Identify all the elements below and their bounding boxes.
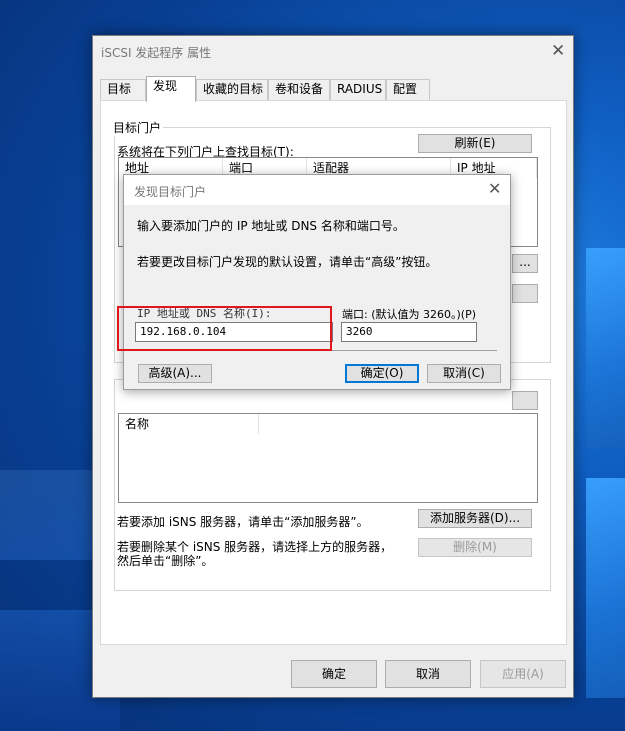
annotation-highlight-box <box>117 306 332 351</box>
remove-server-button[interactable]: 删除(M) <box>418 538 532 557</box>
dialog-title: 发现目标门户 <box>134 185 207 199</box>
ok-button[interactable]: 确定 <box>291 660 377 688</box>
isns-add-description: 若要添加 iSNS 服务器，请单击“添加服务器”。 <box>117 515 369 529</box>
apply-button[interactable]: 应用(A) <box>480 660 566 688</box>
window-title: iSCSI 发起程序 属性 <box>101 46 212 60</box>
discover-target-portal-dialog: 发现目标门户 ✕ 输入要添加门户的 IP 地址或 DNS 名称和端口号。 若要更… <box>123 174 511 390</box>
column-header-name[interactable]: 名称 <box>119 414 259 434</box>
dialog-close-icon[interactable]: ✕ <box>488 181 501 197</box>
tab-volumes-devices[interactable]: 卷和设备 <box>268 79 330 100</box>
isns-remove-description-line2: 然后单击“删除”。 <box>117 554 214 568</box>
tab-discovery[interactable]: 发现 <box>146 76 196 102</box>
remove-portal-button-partial[interactable] <box>512 284 538 303</box>
target-portals-group-label: 目标门户 <box>111 119 164 136</box>
refresh-isns-button-partial[interactable] <box>512 391 538 410</box>
tab-configuration[interactable]: 配置 <box>386 79 430 100</box>
cancel-button[interactable]: 取消 <box>385 660 471 688</box>
dialog-ok-button[interactable]: 确定(O) <box>345 364 419 383</box>
port-label: 端口: (默认值为 3260。)(P) <box>342 308 476 321</box>
dialog-title-bar: 发现目标门户 ✕ <box>124 175 510 205</box>
isns-server-list[interactable]: 名称 <box>118 413 538 503</box>
tab-radius[interactable]: RADIUS <box>330 79 386 100</box>
refresh-button[interactable]: 刷新(E) <box>418 134 532 153</box>
close-icon[interactable]: ✕ <box>551 43 565 60</box>
windows-logo-pane <box>586 478 625 698</box>
dialog-cancel-button[interactable]: 取消(C) <box>427 364 501 383</box>
windows-logo-pane <box>586 248 625 448</box>
dialog-advanced-hint: 若要更改目标门户发现的默认设置，请单击“高级”按钮。 <box>137 255 438 269</box>
tab-targets[interactable]: 目标 <box>100 79 146 100</box>
dialog-intro-text: 输入要添加门户的 IP 地址或 DNS 名称和端口号。 <box>137 219 405 233</box>
tab-favorite-targets[interactable]: 收藏的目标 <box>196 79 268 100</box>
advanced-button[interactable]: 高级(A)... <box>138 364 212 383</box>
discover-portal-button-partial[interactable]: ... <box>512 254 538 273</box>
port-input[interactable]: 3260 <box>341 322 477 342</box>
add-server-button[interactable]: 添加服务器(D)... <box>418 509 532 528</box>
